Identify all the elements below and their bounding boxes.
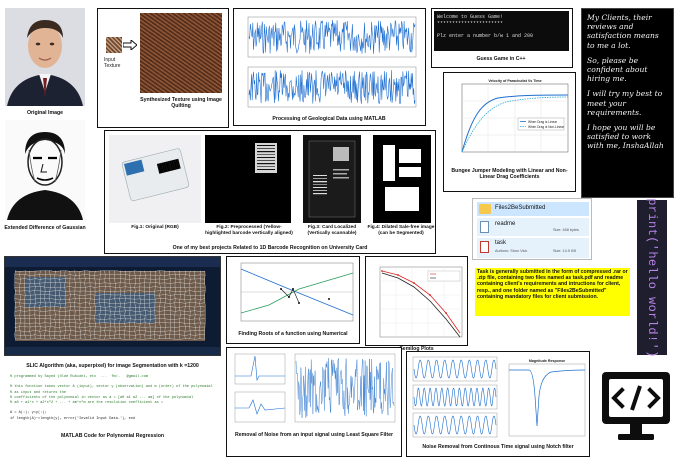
bungee-legend-1: When Drag is Linear — [528, 120, 558, 124]
semilog-panel — [365, 256, 468, 346]
barcode-fig2-image — [205, 135, 291, 223]
hello-world-panel: print('hello world!') — [637, 197, 667, 358]
dog-portrait-image — [5, 120, 85, 220]
quote-paragraph-3: I will try my best to meet your requirem… — [587, 89, 663, 117]
bungee-chart-title: Velocity of Parachutist Vs Time — [488, 79, 541, 83]
notch-sine-plot-2 — [412, 384, 498, 410]
folder-row[interactable]: Files2BeSubmitted — [477, 202, 589, 216]
original-portrait-image — [5, 8, 85, 106]
quote-paragraph-2: So, please be confident about hiring me. — [587, 55, 648, 84]
synthesized-texture-image — [140, 13, 222, 93]
hello-world-code: print('hello world!') — [645, 197, 659, 358]
poly-code-panel: % programmed by Sayed (Olde Rubidei, etc… — [10, 375, 220, 427]
task-row[interactable]: task Authors: Shon Vick Size: 14.9 KB — [477, 238, 589, 258]
geological-panel: Processing of Geological Data using MATL… — [233, 8, 426, 126]
roots-caption: Finding Roots of a function using Numeri… — [238, 331, 348, 337]
readme-name: readme — [495, 221, 516, 227]
geological-caption: Processing of Geological Data using MATL… — [272, 116, 386, 122]
barcode-fig1-image — [109, 135, 201, 223]
barcode-caption: One of my best projects Related to 1D Ba… — [172, 245, 368, 251]
terminal-line-2: ********************** — [437, 21, 504, 27]
bungee-velocity-chart: When Drag is Linear When Drag is Non-Lin… — [448, 76, 573, 164]
barcode-fig1-label: Fig.1: Original (RGB) — [131, 225, 179, 230]
slic-caption: SLIC Algorithm (aka, superpixel) for ima… — [26, 363, 199, 369]
code-monitor-icon — [598, 368, 674, 448]
submission-note-text-after: containing mandatory files for client su… — [477, 293, 599, 300]
ls-plot-right — [294, 353, 396, 423]
bungee-legend-2: When Drag is Non-Linear — [528, 125, 565, 129]
submission-note: Task is generally submitted in the form … — [475, 268, 630, 316]
client-quote-panel: My Clients, their reviews and satisfacti… — [581, 8, 674, 198]
terminal-line-3: Plz enter a number b/w 1 and 200 — [437, 33, 534, 39]
roots-plot — [240, 262, 354, 322]
geological-plot-top — [247, 16, 417, 58]
texture-caption: Synthesized Texture using Image Quilting — [140, 97, 222, 109]
input-texture-label: Input Texture — [104, 57, 121, 69]
terminal-line-1: Welcome to Guess Game! — [437, 14, 504, 20]
document-icon — [480, 221, 489, 233]
dog-image-caption: Extended Difference of Gaussian — [4, 225, 86, 231]
barcode-panel: Fig.1: Original (RGB) Fig.2: Preprocesse… — [104, 130, 436, 254]
texture-panel: Input Texture Synthesized Texture using … — [97, 8, 229, 128]
notch-caption: Noise Removal from Continous Time signal… — [422, 444, 574, 450]
terminal-window: Welcome to Guess Game! *****************… — [434, 11, 569, 51]
notch-chart-title: Magnitude Response — [529, 359, 565, 363]
guess-game-caption: Guess Game in C++ — [476, 56, 526, 62]
barcode-fig4-image — [373, 135, 431, 223]
submission-note-folder: "Files2BeSubmitted" — [554, 287, 607, 294]
bungee-caption: Bungee Jumper Modeling with Linear and N… — [451, 168, 568, 180]
notch-panel: Magnitude Response Noise Removal from Co… — [406, 351, 590, 457]
quote-paragraph-1: My Clients, their reviews and satisfacti… — [587, 13, 659, 50]
task-author: Authors: Shon Vick — [495, 249, 528, 253]
notch-sine-plot-3 — [412, 412, 498, 438]
ls-plot-left-bottom — [234, 391, 286, 423]
readme-size: Size: 468 bytes — [553, 228, 579, 232]
pdf-icon — [480, 241, 489, 253]
folder-icon — [479, 204, 491, 214]
roots-panel: Finding Roots of a function using Numeri… — [226, 256, 360, 344]
folder-name: Files2BeSubmitted — [495, 205, 546, 211]
geological-plot-bottom — [247, 66, 417, 108]
readme-row[interactable]: readme Size: 468 bytes — [477, 218, 589, 236]
quote-paragraph-4: I hope you will be satisfied to work wit… — [587, 123, 664, 151]
barcode-fig3-image — [303, 135, 361, 223]
barcode-fig4-label: Fig.4: Dilated Sale-free image (can be S… — [367, 225, 435, 236]
task-name: task — [495, 240, 507, 246]
least-square-panel: Removal of Noise from an input signal us… — [226, 347, 402, 457]
files-explorer-panel: Files2BeSubmitted readme Size: 468 bytes… — [472, 198, 592, 260]
ls-plot-left-top — [234, 353, 286, 385]
input-texture-swatch — [106, 37, 122, 53]
bungee-panel: When Drag is Linear When Drag is Non-Lin… — [443, 72, 576, 192]
barcode-fig2-label: Fig.2: Preprocessed (Yellow-highlighted … — [205, 225, 293, 236]
least-square-caption: Removal of Noise from an input signal us… — [235, 432, 393, 438]
semilog-plot — [379, 266, 463, 338]
barcode-fig3-label: Fig.3: Card Localized (Vertically scanna… — [307, 225, 357, 236]
poly-code-line: % this function takes vector A (input), … — [10, 385, 213, 390]
task-size: Size: 14.9 KB — [553, 249, 577, 253]
poly-code-block: % programmed by Sayed (Olde Rubidei, etc… — [10, 375, 220, 422]
slic-panel — [4, 256, 221, 356]
notch-magnitude-plot: Magnitude Response — [508, 359, 586, 437]
guess-game-panel: Welcome to Guess Game! *****************… — [431, 8, 573, 68]
poly-caption: MATLAB Code for Polynomial Regression — [60, 433, 165, 439]
notch-sine-plot-1 — [412, 356, 498, 382]
poly-code-line: if length(A)~=length(y), error('Invalid … — [10, 416, 136, 421]
original-image-caption: Original Image — [26, 110, 64, 116]
arrow-right-icon — [123, 40, 137, 50]
